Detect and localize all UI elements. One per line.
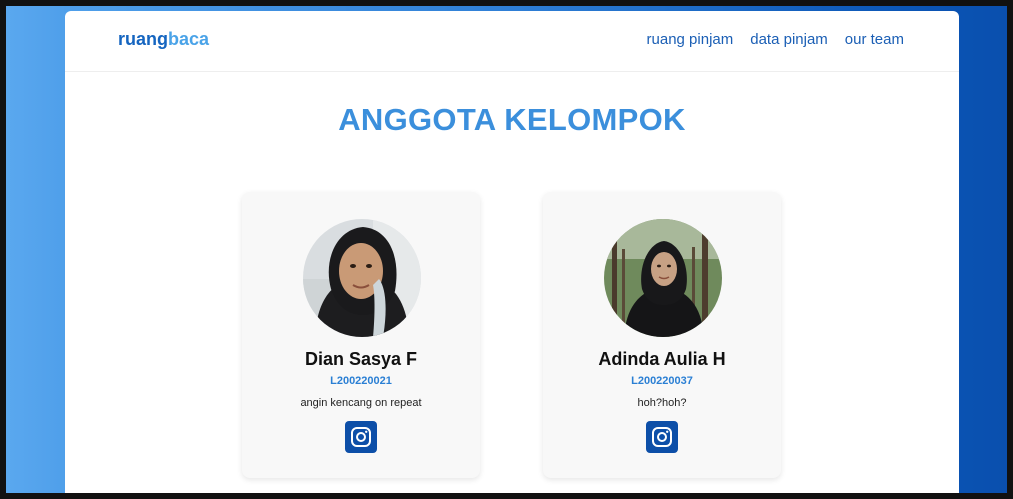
instagram-button[interactable] xyxy=(345,421,377,453)
brand-logo[interactable]: ruangbaca xyxy=(118,29,209,50)
instagram-button[interactable] xyxy=(646,421,678,453)
navbar: ruangbaca ruang pinjam data pinjam our t… xyxy=(65,11,959,72)
member-name: Adinda Aulia H xyxy=(598,349,726,369)
page-title: ANGGOTA KELOMPOK xyxy=(338,102,686,137)
member-card: Adinda Aulia H L200220037 hoh?hoh? xyxy=(543,192,781,478)
nav-link-data-pinjam[interactable]: data pinjam xyxy=(750,31,828,48)
member-id: L200220037 xyxy=(631,375,693,387)
nav-links: ruang pinjam data pinjam our team xyxy=(647,31,904,48)
brand-text-baca: baca xyxy=(168,29,210,49)
member-bio: hoh?hoh? xyxy=(637,397,687,409)
instagram-icon xyxy=(351,427,371,447)
member-id: L200220021 xyxy=(330,375,392,387)
nav-link-ruang-pinjam[interactable]: ruang pinjam xyxy=(647,31,734,48)
nav-link-our-team[interactable]: our team xyxy=(845,31,904,48)
instagram-icon xyxy=(652,427,672,447)
member-name: Dian Sasya F xyxy=(304,349,418,369)
avatar-photo xyxy=(303,219,421,337)
browser-viewport: ruangbaca ruang pinjam data pinjam our t… xyxy=(6,6,1007,493)
brand-text-ruang: ruang xyxy=(118,29,169,49)
member-card: Dian Sasya F L200220021 angin kencang on… xyxy=(242,192,480,478)
main-container: ruangbaca ruang pinjam data pinjam our t… xyxy=(65,11,959,493)
avatar-photo xyxy=(604,219,722,337)
member-bio: angin kencang on repeat xyxy=(300,397,422,409)
